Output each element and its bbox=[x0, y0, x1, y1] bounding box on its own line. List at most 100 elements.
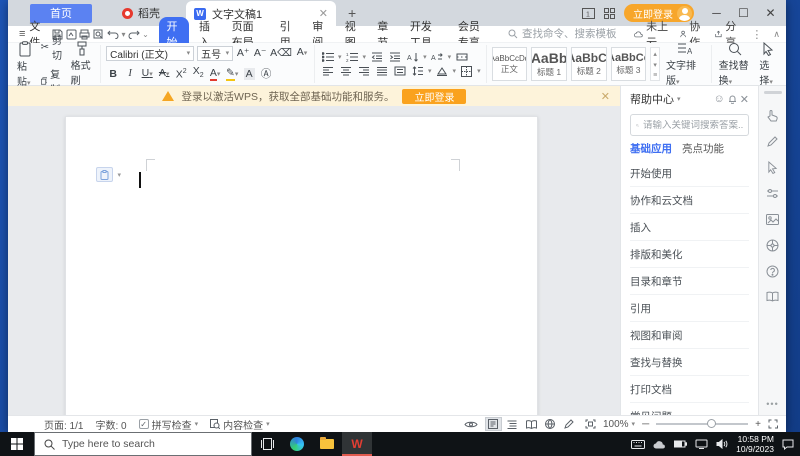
notebook-icon[interactable] bbox=[766, 284, 779, 310]
italic-button[interactable]: I bbox=[123, 68, 137, 80]
document-canvas[interactable] bbox=[8, 106, 620, 415]
ink-mode-button[interactable] bbox=[561, 417, 578, 431]
help-item-toc-sections[interactable]: 目录和章节 bbox=[630, 268, 749, 295]
battery-icon[interactable] bbox=[674, 440, 688, 448]
undo-dropdown-icon[interactable]: ▾ bbox=[119, 30, 127, 39]
document-page[interactable] bbox=[65, 116, 538, 415]
redo-icon[interactable] bbox=[128, 29, 142, 39]
bell-icon[interactable] bbox=[728, 94, 737, 104]
styles-more-icon[interactable]: ≡ bbox=[653, 72, 657, 79]
help-item-references[interactable]: 引用 bbox=[630, 295, 749, 322]
text-effects-icon[interactable]: A▾ bbox=[295, 46, 309, 60]
spell-check-toggle[interactable]: ✓ 拼写检查 ▾ bbox=[138, 417, 198, 432]
paste-options-button[interactable] bbox=[96, 167, 121, 182]
onedrive-cloud-icon[interactable] bbox=[653, 440, 666, 449]
font-color-button[interactable]: A▾ bbox=[208, 66, 222, 81]
web-view-button[interactable] bbox=[542, 417, 559, 431]
feedback-smiley-icon[interactable]: ☺ bbox=[714, 93, 725, 105]
line-spacing-icon[interactable] bbox=[410, 66, 425, 76]
find-replace-button[interactable]: 查找替换▾ bbox=[717, 42, 754, 87]
styles-scroll[interactable]: ▴ ▾ ≡ bbox=[650, 47, 661, 81]
sort-icon[interactable]: A bbox=[405, 52, 420, 62]
tab-highlight-features[interactable]: 亮点功能 bbox=[682, 141, 724, 156]
bold-button[interactable]: B bbox=[106, 68, 120, 80]
cut-button[interactable]: ✂ 剪切 bbox=[41, 32, 65, 62]
more-options-icon[interactable]: ⋮ bbox=[751, 28, 762, 41]
print-icon[interactable] bbox=[78, 29, 92, 40]
zoom-level[interactable]: 100% ▾ bbox=[603, 419, 635, 430]
strip-more-icon[interactable]: ••• bbox=[766, 399, 778, 409]
underline-button[interactable]: U▾ bbox=[140, 67, 154, 81]
text-direction-icon[interactable]: A bbox=[430, 52, 445, 62]
task-view-button[interactable] bbox=[252, 432, 282, 456]
font-size-select[interactable]: 五号 ▾ bbox=[197, 45, 234, 61]
align-right-icon[interactable] bbox=[356, 66, 371, 76]
fit-page-icon[interactable] bbox=[585, 419, 596, 429]
distribute-icon[interactable] bbox=[392, 66, 407, 76]
zoom-in-button[interactable]: + bbox=[755, 419, 761, 430]
align-left-icon[interactable] bbox=[320, 66, 335, 76]
scroll-up-icon[interactable]: ▴ bbox=[653, 50, 657, 58]
style-heading3[interactable]: AaBbCc 标题 3 bbox=[610, 47, 647, 81]
show-marks-icon[interactable] bbox=[454, 52, 469, 62]
help-item-collab-cloud[interactable]: 协作和云文档 bbox=[630, 187, 749, 214]
start-button[interactable] bbox=[0, 432, 34, 456]
bullet-list-icon[interactable] bbox=[320, 51, 335, 62]
enclose-char-button[interactable]: Ⓐ bbox=[259, 68, 273, 80]
network-icon[interactable] bbox=[695, 439, 708, 449]
style-normal[interactable]: AaBbCcDd 正文 bbox=[491, 47, 528, 81]
borders-icon[interactable] bbox=[459, 65, 474, 77]
content-check-toggle[interactable]: 内容检查 ▾ bbox=[210, 417, 270, 432]
fullscreen-icon[interactable] bbox=[768, 419, 778, 429]
increase-indent-icon[interactable] bbox=[387, 52, 402, 62]
wps-taskbar-icon[interactable]: W bbox=[342, 432, 372, 456]
decrease-font-icon[interactable]: A⁻ bbox=[253, 47, 267, 59]
wheel-icon[interactable] bbox=[766, 232, 779, 258]
help-item-get-started[interactable]: 开始使用 bbox=[630, 160, 749, 187]
clear-format-icon[interactable]: A⌫ bbox=[270, 47, 292, 59]
superscript-button[interactable]: X2 bbox=[174, 66, 188, 81]
tab-grid-icon[interactable] bbox=[604, 7, 615, 19]
font-name-select[interactable]: Calibri (正文) ▾ bbox=[106, 45, 195, 61]
text-layout-button[interactable]: A 文字排版▾ bbox=[664, 42, 706, 87]
subscript-button[interactable]: X2 bbox=[191, 65, 205, 82]
zoom-slider-knob[interactable] bbox=[706, 419, 716, 428]
speaker-icon[interactable] bbox=[716, 439, 728, 449]
file-explorer-icon[interactable] bbox=[312, 432, 342, 456]
tab-basic-usage[interactable]: 基础应用 bbox=[630, 141, 672, 156]
strip-handle[interactable] bbox=[763, 91, 782, 94]
help-item-find-replace[interactable]: 查找与替换 bbox=[630, 349, 749, 376]
decrease-indent-icon[interactable] bbox=[369, 52, 384, 62]
select-button[interactable]: 选择▾ bbox=[757, 41, 779, 87]
touch-keyboard-icon[interactable] bbox=[631, 439, 646, 449]
format-painter-button[interactable]: 格式刷 bbox=[69, 41, 96, 87]
taskbar-clock[interactable]: 10:58 PM 10/9/2023 bbox=[736, 434, 774, 454]
select-cursor-icon[interactable] bbox=[767, 154, 778, 180]
highlight-button[interactable]: ✎▾ bbox=[225, 66, 239, 81]
taskbar-search-input[interactable] bbox=[62, 438, 242, 450]
help-search-box[interactable] bbox=[630, 114, 749, 136]
pen-annotate-icon[interactable] bbox=[766, 128, 779, 154]
export-pdf-icon[interactable] bbox=[64, 29, 78, 40]
quick-gesture-icon[interactable] bbox=[766, 102, 779, 128]
command-search-input[interactable] bbox=[521, 28, 634, 40]
help-item-view-review[interactable]: 视图和审阅 bbox=[630, 322, 749, 349]
increase-font-icon[interactable]: A⁺ bbox=[236, 47, 250, 59]
image-card-icon[interactable] bbox=[766, 206, 779, 232]
undo-icon[interactable] bbox=[106, 29, 120, 39]
eye-protect-icon[interactable] bbox=[464, 420, 478, 429]
help-item-layout-beautify[interactable]: 排版和美化 bbox=[630, 241, 749, 268]
close-panel-icon[interactable]: ✕ bbox=[740, 93, 749, 106]
notification-login-button[interactable]: 立即登录 bbox=[402, 88, 467, 104]
align-center-icon[interactable] bbox=[338, 66, 353, 76]
outline-view-button[interactable] bbox=[504, 417, 521, 431]
print-preview-icon[interactable] bbox=[92, 29, 106, 40]
command-search[interactable] bbox=[508, 28, 634, 40]
style-heading2[interactable]: AaBbC( 标题 2 bbox=[570, 47, 607, 81]
collapse-ribbon-icon[interactable]: ∧ bbox=[773, 29, 780, 40]
notification-close-icon[interactable]: ✕ bbox=[601, 90, 610, 103]
style-heading1[interactable]: AaBb 标题 1 bbox=[531, 47, 567, 81]
shading-icon[interactable] bbox=[435, 66, 450, 76]
page-view-button[interactable] bbox=[484, 417, 502, 431]
help-item-print[interactable]: 打印文档 bbox=[630, 376, 749, 403]
